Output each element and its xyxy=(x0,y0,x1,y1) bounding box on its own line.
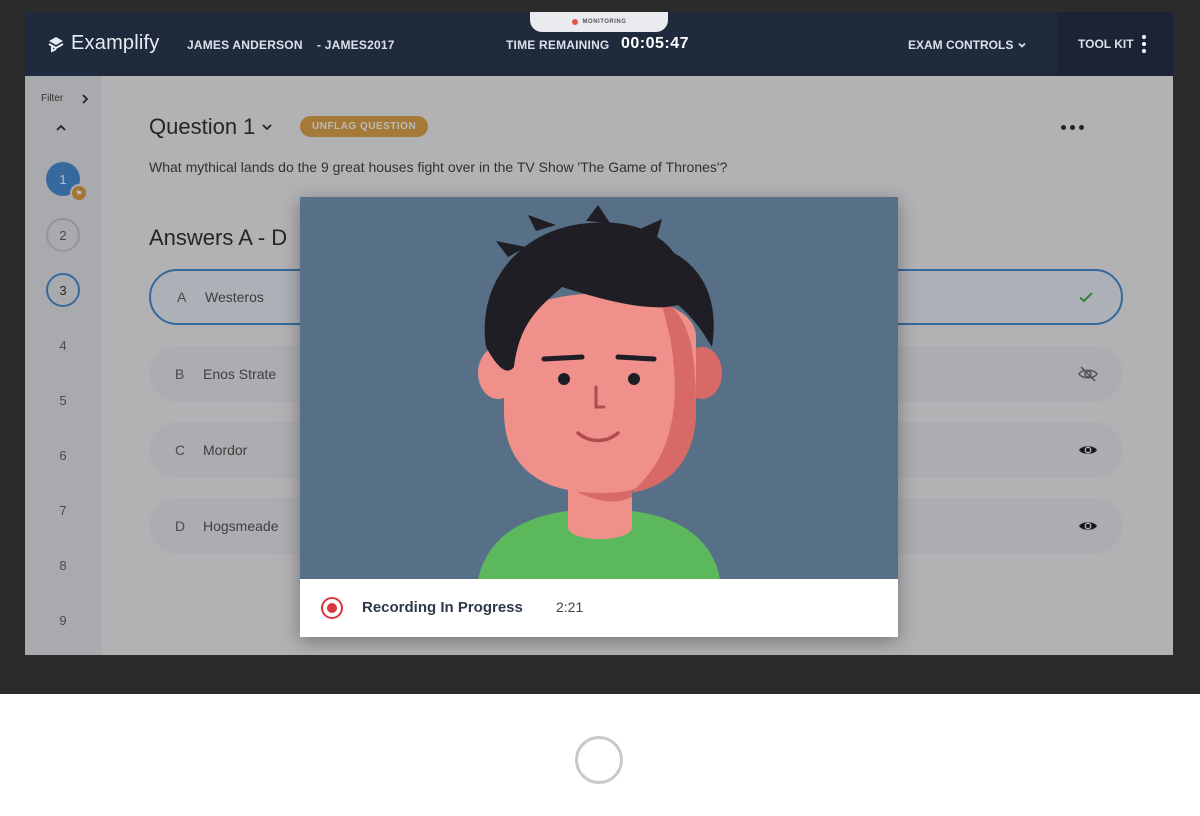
home-button[interactable] xyxy=(575,736,623,784)
kebab-menu-icon xyxy=(1141,35,1146,53)
recording-status-bar: Recording In Progress 2:21 xyxy=(300,579,898,637)
exam-controls-label: EXAM CONTROLS xyxy=(908,38,1014,52)
monitoring-dot-icon xyxy=(571,19,578,25)
monitoring-indicator: MONITORING xyxy=(530,12,668,32)
top-bar: MONITORING Examplify JAMES ANDERSON - JA… xyxy=(25,12,1173,76)
tool-kit-label: TOOL KIT xyxy=(1078,37,1134,51)
time-remaining-label: TIME REMAINING xyxy=(506,38,610,52)
webcam-preview xyxy=(300,197,898,579)
avatar-illustration xyxy=(300,197,898,579)
tool-kit-button[interactable]: TOOL KIT xyxy=(1057,12,1173,76)
app-logo: Examplify xyxy=(47,32,160,55)
app-name: Examplify xyxy=(71,32,160,54)
record-icon xyxy=(321,597,343,619)
time-remaining-value: 00:05:47 xyxy=(621,35,690,52)
monitoring-label: MONITORING xyxy=(582,19,627,25)
recording-label: Recording In Progress xyxy=(362,599,523,616)
recording-overlay: Recording In Progress 2:21 xyxy=(300,197,898,637)
chevron-down-icon xyxy=(1018,42,1026,48)
exam-controls-menu[interactable]: EXAM CONTROLS xyxy=(908,38,1027,52)
examplify-logo-icon xyxy=(48,36,64,53)
recording-timer: 2:21 xyxy=(556,599,584,615)
user-id: - JAMES2017 xyxy=(317,38,395,52)
user-name: JAMES ANDERSON xyxy=(187,38,303,52)
